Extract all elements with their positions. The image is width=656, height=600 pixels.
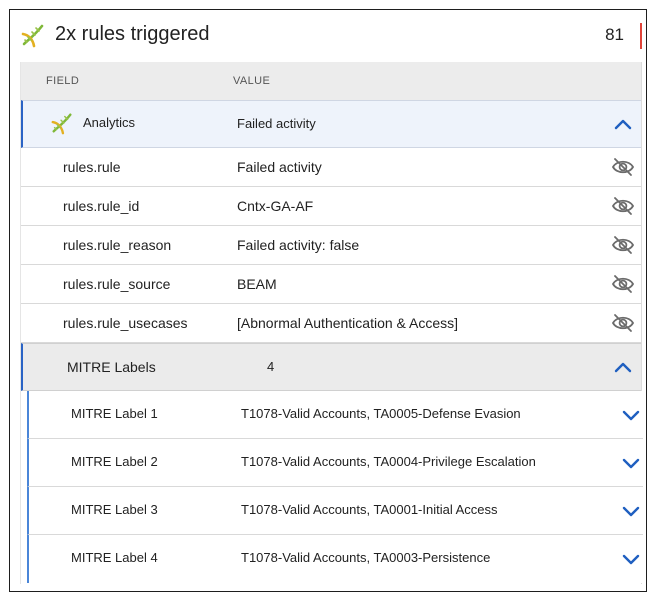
rules-table: FIELD VALUE Analytics Failed activity ru… [20, 62, 643, 584]
mitre-group-label: MITRE Labels [67, 359, 156, 375]
table-header: FIELD VALUE [21, 62, 641, 100]
row-value: Failed activity [237, 159, 322, 175]
risk-score-indicator [640, 23, 642, 49]
eye-off-icon[interactable] [611, 194, 635, 218]
mitre-group-count: 4 [267, 359, 275, 374]
mitre-label-field: MITRE Label 3 [71, 502, 158, 517]
mitre-label-field: MITRE Label 1 [71, 406, 158, 421]
row-value: Cntx-GA-AF [237, 198, 314, 214]
mitre-group-row[interactable]: MITRE Labels 4 [21, 343, 641, 391]
eye-off-icon[interactable] [611, 311, 635, 335]
eye-off-icon[interactable] [611, 272, 635, 296]
mitre-label-value: T1078-Valid Accounts, TA0005-Defense Eva… [241, 406, 521, 421]
table-row: rules.rule_usecases [Abnormal Authentica… [21, 304, 641, 343]
row-field: rules.rule_usecases [63, 315, 188, 331]
mitre-label-row[interactable]: MITRE Label 3 T1078-Valid Accounts, TA00… [27, 487, 643, 535]
row-field: rules.rule_reason [63, 237, 172, 253]
risk-score: 81 [605, 25, 624, 44]
mitre-label-row[interactable]: MITRE Label 4 T1078-Valid Accounts, TA00… [27, 535, 643, 583]
chevron-down-icon[interactable] [619, 547, 643, 571]
mitre-label-value: T1078-Valid Accounts, TA0001-Initial Acc… [241, 502, 498, 517]
mitre-label-row[interactable]: MITRE Label 2 T1078-Valid Accounts, TA00… [27, 439, 643, 487]
row-value: BEAM [237, 276, 277, 292]
row-field: rules.rule_source [63, 276, 171, 292]
chevron-down-icon[interactable] [619, 403, 643, 427]
table-row: rules.rule_source BEAM [21, 265, 641, 304]
eye-off-icon[interactable] [611, 155, 635, 179]
chevron-up-icon[interactable] [611, 356, 635, 380]
table-row: rules.rule_id Cntx-GA-AF [21, 187, 641, 226]
mitre-label-field: MITRE Label 2 [71, 454, 158, 469]
chevron-down-icon[interactable] [619, 451, 643, 475]
analytics-group-label: Analytics [83, 115, 136, 130]
column-header-value: VALUE [233, 75, 271, 87]
row-value: Failed activity: false [237, 237, 360, 253]
row-value: [Abnormal Authentication & Access] [237, 315, 459, 331]
mitre-label-field: MITRE Label 4 [71, 550, 158, 565]
table-row: rules.rule Failed activity [21, 148, 641, 187]
row-field: rules.rule [63, 159, 121, 175]
dna-icon [21, 24, 44, 48]
chevron-up-icon[interactable] [611, 113, 635, 137]
dna-icon [51, 113, 72, 135]
panel-title: 2x rules triggered [55, 23, 210, 45]
mitre-label-value: T1078-Valid Accounts, TA0003-Persistence [241, 550, 491, 565]
column-header-field: FIELD [46, 75, 80, 87]
eye-off-icon[interactable] [611, 233, 635, 257]
rules-panel: 2x rules triggered 81 FIELD VALUE Analyt… [9, 9, 647, 592]
table-row: rules.rule_reason Failed activity: false [21, 226, 641, 265]
panel-header: 2x rules triggered 81 [10, 10, 646, 62]
row-field: rules.rule_id [63, 198, 140, 214]
mitre-label-row[interactable]: MITRE Label 1 T1078-Valid Accounts, TA00… [27, 391, 643, 439]
mitre-label-value: T1078-Valid Accounts, TA0004-Privilege E… [241, 454, 536, 469]
chevron-down-icon[interactable] [619, 499, 643, 523]
analytics-group-row[interactable]: Analytics Failed activity [21, 100, 641, 148]
analytics-group-value: Failed activity [237, 116, 316, 131]
